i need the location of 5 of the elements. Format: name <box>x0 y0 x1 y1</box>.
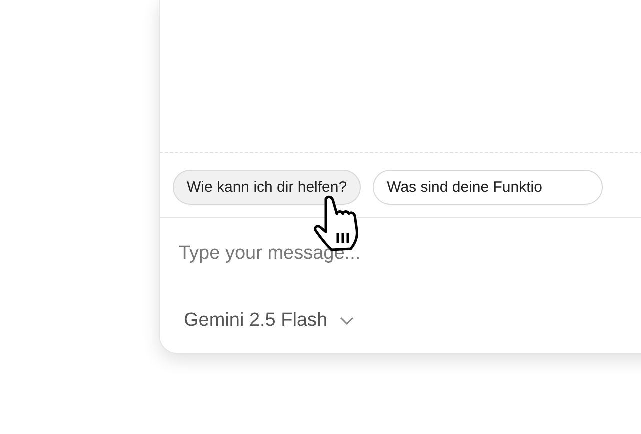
message-input[interactable]: Type your message... <box>179 240 579 268</box>
suggestion-chip[interactable]: Wie kann ich dir helfen? <box>173 170 362 205</box>
model-selector[interactable]: Gemini 2.5 Flash <box>184 306 354 335</box>
chevron-down-icon <box>340 316 354 325</box>
suggestion-chip[interactable]: Was sind deine Funktio <box>373 170 604 205</box>
